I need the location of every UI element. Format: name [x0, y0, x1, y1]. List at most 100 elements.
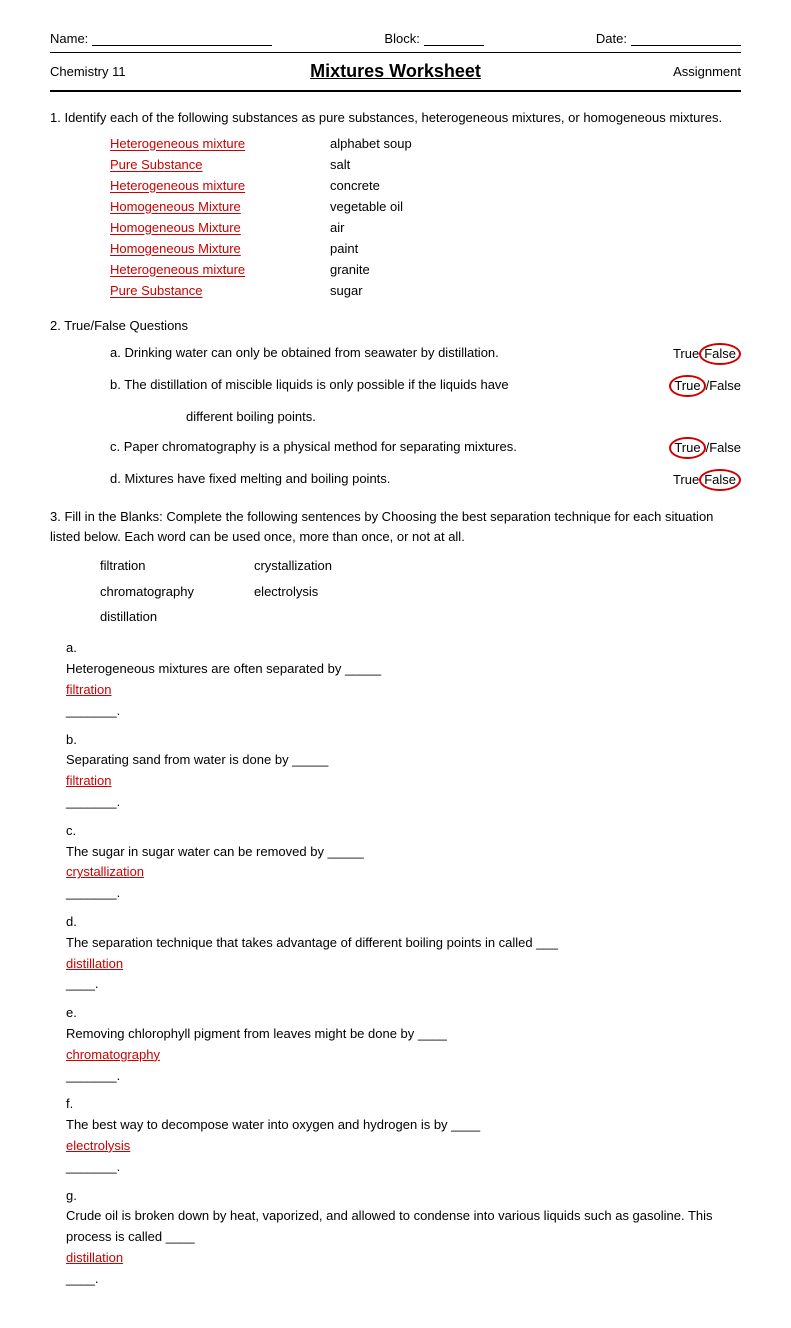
- section1-instruction: 1. Identify each of the following substa…: [50, 108, 741, 128]
- fill-before-b: Separating sand from water is done by __…: [66, 750, 741, 771]
- fill-before-g: Crude oil is broken down by heat, vapori…: [66, 1206, 741, 1248]
- block-label: Block:: [384, 31, 419, 46]
- fill-letter-c: c.: [66, 821, 741, 842]
- answer-row-4: Homogeneous Mixture air: [110, 220, 741, 235]
- fill-blank-a: a. Heterogeneous mixtures are often sepa…: [66, 638, 741, 721]
- substance-4: air: [330, 220, 344, 235]
- fill-blank-d: d. The separation technique that takes a…: [66, 912, 741, 995]
- header-top: Name: Block: Date:: [50, 30, 741, 46]
- substance-7: sugar: [330, 283, 363, 298]
- date-field-group: Date:: [596, 30, 741, 46]
- tf-row-a: a. Drinking water can only be obtained f…: [110, 343, 741, 365]
- answer-row-1: Pure Substance salt: [110, 157, 741, 172]
- substance-5: paint: [330, 241, 358, 256]
- answer-row-0: Heterogeneous mixture alphabet soup: [110, 136, 741, 151]
- fill-blank-e: e. Removing chlorophyll pigment from lea…: [66, 1003, 741, 1086]
- word-bank: filtration chromatography distillation c…: [100, 554, 741, 628]
- tf-row-b: b. The distillation of miscible liquids …: [110, 375, 741, 427]
- section1-answers: Heterogeneous mixture alphabet soup Pure…: [110, 136, 741, 300]
- word-col-2: crystallization electrolysis: [254, 554, 332, 628]
- answer-0: Heterogeneous mixture: [110, 136, 310, 151]
- fill-blank-f: f. The best way to decompose water into …: [66, 1094, 741, 1177]
- tf-b-continued: different boiling points.: [186, 407, 741, 427]
- header-divider-top: [50, 52, 741, 53]
- word-col-1: filtration chromatography distillation: [100, 554, 194, 628]
- answer-row-6: Heterogeneous mixture granite: [110, 262, 741, 277]
- fill-letter-a: a.: [66, 638, 741, 659]
- name-underline: [92, 30, 272, 46]
- title-row: Chemistry 11 Mixtures Worksheet Assignme…: [50, 57, 741, 86]
- header-divider-bottom: [50, 90, 741, 92]
- answer-7: Pure Substance: [110, 283, 310, 298]
- tf-answer-c: True/False: [641, 437, 741, 459]
- substance-2: concrete: [330, 178, 380, 193]
- tf-answer-b: True/False: [641, 375, 741, 397]
- fill-after-b: _______.: [66, 792, 741, 813]
- fill-letter-d: d.: [66, 912, 741, 933]
- answer-row-5: Homogeneous Mixture paint: [110, 241, 741, 256]
- fill-answer-d: distillation: [66, 954, 741, 975]
- fill-letter-g: g.: [66, 1186, 741, 1207]
- substance-3: vegetable oil: [330, 199, 403, 214]
- fill-blank-g: g. Crude oil is broken down by heat, vap…: [66, 1186, 741, 1290]
- tf-row-c-inner: c. Paper chromatography is a physical me…: [110, 437, 741, 459]
- circled-false-d: False: [699, 469, 741, 491]
- fill-answer-f: electrolysis: [66, 1136, 741, 1157]
- fill-after-g: ____.: [66, 1269, 741, 1290]
- fill-before-f: The best way to decompose water into oxy…: [66, 1115, 741, 1136]
- tf-row-d-inner: d. Mixtures have fixed melting and boili…: [110, 469, 741, 491]
- fill-before-a: Heterogeneous mixtures are often separat…: [66, 659, 741, 680]
- block-field-group: Block:: [384, 30, 483, 46]
- fill-after-a: _______.: [66, 701, 741, 722]
- tf-row-c: c. Paper chromatography is a physical me…: [110, 437, 741, 459]
- chem-class-label: Chemistry 11: [50, 64, 140, 79]
- fill-blank-b: b. Separating sand from water is done by…: [66, 730, 741, 813]
- fill-answer-a: filtration: [66, 680, 741, 701]
- circled-true-c: True: [669, 437, 705, 459]
- fill-before-e: Removing chlorophyll pigment from leaves…: [66, 1024, 741, 1045]
- tf-question-d: d. Mixtures have fixed melting and boili…: [110, 469, 641, 489]
- section-3: 3. Fill in the Blanks: Complete the foll…: [50, 507, 741, 1289]
- fill-letter-f: f.: [66, 1094, 741, 1115]
- tf-question-b: b. The distillation of miscible liquids …: [110, 375, 641, 395]
- fill-after-c: _______.: [66, 883, 741, 904]
- fill-before-c: The sugar in sugar water can be removed …: [66, 842, 741, 863]
- fill-letter-b: b.: [66, 730, 741, 751]
- answer-5: Homogeneous Mixture: [110, 241, 310, 256]
- section-1: 1. Identify each of the following substa…: [50, 108, 741, 300]
- block-underline: [424, 30, 484, 46]
- name-label: Name:: [50, 31, 88, 46]
- answer-2: Heterogeneous mixture: [110, 178, 310, 193]
- fill-before-d: The separation technique that takes adva…: [66, 933, 741, 954]
- word-filtration: filtration: [100, 554, 194, 577]
- word-electrolysis: electrolysis: [254, 580, 332, 603]
- answer-row-7: Pure Substance sugar: [110, 283, 741, 298]
- worksheet-title: Mixtures Worksheet: [140, 61, 651, 82]
- word-crystallization: crystallization: [254, 554, 332, 577]
- tf-answer-a: TrueFalse: [641, 343, 741, 365]
- tf-answer-d: TrueFalse: [641, 469, 741, 491]
- word-chromatography: chromatography: [100, 580, 194, 603]
- assignment-label: Assignment: [651, 64, 741, 79]
- answer-4: Homogeneous Mixture: [110, 220, 310, 235]
- substance-6: granite: [330, 262, 370, 277]
- date-label: Date:: [596, 31, 627, 46]
- substance-0: alphabet soup: [330, 136, 412, 151]
- fill-blank-c: c. The sugar in sugar water can be remov…: [66, 821, 741, 904]
- date-underline: [631, 30, 741, 46]
- answer-1: Pure Substance: [110, 157, 310, 172]
- section-2: 2. True/False Questions a. Drinking wate…: [50, 316, 741, 492]
- tf-question-c: c. Paper chromatography is a physical me…: [110, 437, 641, 457]
- fill-answer-b: filtration: [66, 771, 741, 792]
- answer-row-2: Heterogeneous mixture concrete: [110, 178, 741, 193]
- fill-after-e: _______.: [66, 1066, 741, 1087]
- tf-row-d: d. Mixtures have fixed melting and boili…: [110, 469, 741, 491]
- section2-title: 2. True/False Questions: [50, 316, 741, 336]
- fill-letter-e: e.: [66, 1003, 741, 1024]
- circled-false-a: False: [699, 343, 741, 365]
- circled-true-b: True: [669, 375, 705, 397]
- substance-1: salt: [330, 157, 350, 172]
- fill-after-d: ____.: [66, 974, 741, 995]
- fill-answer-e: chromatography: [66, 1045, 741, 1066]
- fill-answer-g: distillation: [66, 1248, 741, 1269]
